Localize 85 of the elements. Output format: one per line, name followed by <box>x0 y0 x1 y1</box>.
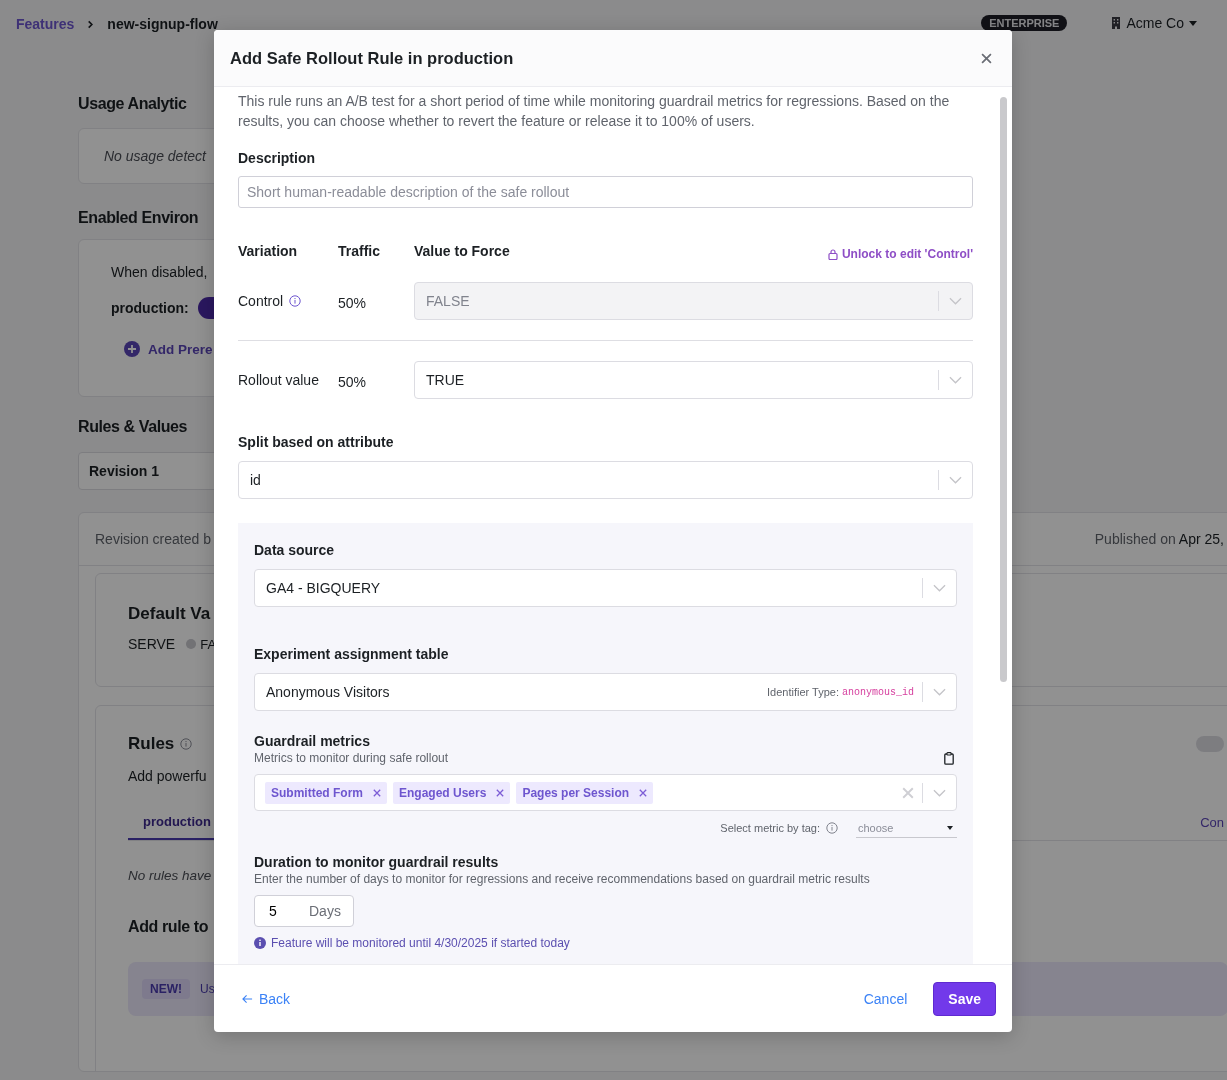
variation-name: Control <box>238 293 284 309</box>
close-icon <box>639 788 648 797</box>
plan-badge: ENTERPRISE <box>981 15 1068 31</box>
clipboard-icon <box>944 751 954 765</box>
unit-label: Days <box>309 903 341 919</box>
field-label: Experiment assignment table <box>254 645 450 664</box>
chevron-down-icon <box>933 788 946 797</box>
field-hint: Metrics to monitor during safe rollout <box>254 750 449 766</box>
column-header: Variation <box>238 243 299 259</box>
field-label: Description <box>238 149 316 168</box>
tag-filter-select[interactable]: choose <box>856 818 957 838</box>
breadcrumb-current: new-signup-flow <box>107 16 218 32</box>
banner-text: Us <box>200 982 215 996</box>
tag-filter-label: Select metric by tag: <box>720 822 820 834</box>
environment-toggle[interactable] <box>197 297 214 319</box>
lock-icon <box>827 248 838 260</box>
side-link[interactable]: Con <box>1200 814 1224 840</box>
empty-message: No rules have <box>128 868 212 883</box>
caret-icon <box>947 825 953 830</box>
metric-tag: Engaged Users <box>393 781 511 804</box>
save-button[interactable]: Save <box>933 981 996 1016</box>
back-link[interactable]: Back <box>242 990 291 1007</box>
chevron-right-icon <box>86 19 96 29</box>
section-title: Usage Analytic <box>78 94 187 114</box>
days-input[interactable]: 5 <box>269 903 309 919</box>
remove-tag-button[interactable] <box>373 788 381 797</box>
attribute-select[interactable]: id <box>238 461 973 499</box>
metrics-select[interactable]: Submitted Form Engaged Users Pages per Session <box>254 774 957 811</box>
card-title: Default Va <box>128 603 211 625</box>
chevron-down-icon <box>933 584 946 592</box>
field-label: Data source <box>254 541 336 560</box>
chevron-down-icon <box>949 476 962 484</box>
metric-tag: Pages per Session <box>516 781 654 804</box>
assignment-table-select[interactable]: Anonymous Visitors Identifier Type: anonymous_id <box>254 673 957 711</box>
plus-icon <box>124 341 140 357</box>
copy-button[interactable] <box>944 751 954 765</box>
info-icon <box>289 295 302 307</box>
revision-info: Revision created b <box>95 531 211 547</box>
card-description: Add powerfu <box>128 768 207 784</box>
new-badge: NEW! <box>142 979 190 999</box>
card-title: Add rule to <box>128 917 209 937</box>
caret-icon <box>1189 20 1197 26</box>
info-icon <box>180 738 193 750</box>
section-title: Rules & Values <box>78 417 188 437</box>
status-dot <box>186 639 197 649</box>
empty-message: No usage detect <box>104 148 206 164</box>
column-header: Value to Force <box>414 243 510 259</box>
close-icon <box>981 52 992 64</box>
description-input[interactable]: Short human-readable description of the safe rollout <box>238 176 973 208</box>
field-label: Guardrail metrics <box>254 732 371 750</box>
org-menu[interactable]: Acme Co <box>1111 15 1197 31</box>
cancel-link[interactable]: Cancel <box>863 990 908 1007</box>
dialog-title: Add Safe Rollout Rule in production <box>230 48 515 68</box>
chevron-down-icon <box>949 376 962 384</box>
unlock-link[interactable]: Unlock to edit 'Control' <box>827 247 973 261</box>
close-icon <box>373 788 381 797</box>
breadcrumb-link[interactable]: Features <box>16 16 75 32</box>
chevron-down-icon <box>949 297 962 305</box>
info-icon <box>254 937 266 949</box>
traffic-value: 50% <box>338 372 368 390</box>
remove-tag-button[interactable] <box>496 788 505 797</box>
value-select[interactable]: TRUE <box>414 361 973 399</box>
traffic-value: 50% <box>338 293 368 311</box>
field-label: Split based on attribute <box>238 433 395 452</box>
close-icon <box>496 788 505 797</box>
variation-name: Rollout value <box>238 372 319 388</box>
serve-label: SERVE <box>128 636 176 652</box>
environment-label: production: <box>111 300 189 316</box>
data-source-select[interactable]: GA4 - BIGQUERY <box>254 569 957 607</box>
column-header: Traffic <box>338 243 381 259</box>
environment-note: When disabled, <box>111 264 208 280</box>
info-icon <box>826 822 838 834</box>
close-icon <box>902 786 914 799</box>
arrow-left-icon <box>242 993 253 1004</box>
field-hint: Enter the number of days to monitor for regressions and receive recommendations based on guardrail metric results <box>254 871 871 887</box>
remove-tag-button[interactable] <box>639 788 648 797</box>
chevron-down-icon <box>933 688 946 696</box>
card-title: Rules <box>128 733 175 755</box>
section-title: Enabled Environ <box>78 208 199 228</box>
building-icon <box>1111 17 1122 29</box>
published-info: Published on Apr 25, <box>1094 531 1224 547</box>
monitor-note: Feature will be monitored until 4/30/2025 if started today <box>254 935 957 951</box>
metric-tag: Submitted Form <box>265 781 387 804</box>
field-label: Duration to monitor guardrail results <box>254 853 500 871</box>
intro-text: This rule runs an A/B test for a short period of time while monitoring guardrail metrics for regressions. Based on the results, you can choose whether to revert the feature or release it to 100% of users. <box>238 92 951 131</box>
